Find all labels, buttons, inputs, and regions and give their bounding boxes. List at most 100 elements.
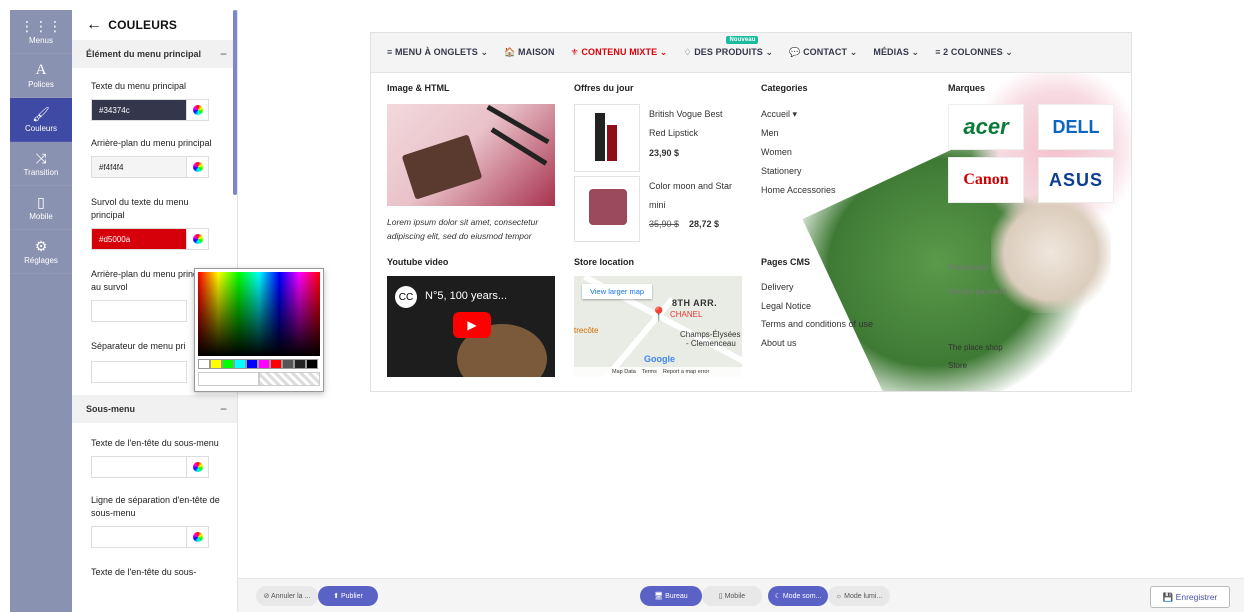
color-picker-popup[interactable]	[194, 268, 324, 392]
map-label: Champs-Élysées	[680, 330, 741, 339]
menu-item-media[interactable]: MÉDIAS ⌄	[873, 47, 919, 58]
cms-link[interactable]: Legal Notice	[761, 297, 811, 315]
panel-scrollbar[interactable]	[233, 10, 237, 195]
color-input[interactable]: #d5000a	[91, 228, 187, 250]
field-main-hover-text: Survol du texte du menu principal #d5000…	[72, 196, 237, 250]
field-label: Texte de l'en-tête du sous-	[91, 567, 197, 577]
swatch[interactable]	[282, 359, 294, 369]
brand-logo-dell[interactable]: DELL	[1038, 104, 1114, 150]
menu-item-tabs[interactable]: ≡ MENU À ONGLETS ⌄	[387, 47, 488, 58]
category-link[interactable]: Men	[761, 124, 779, 142]
channel-avatar: CC	[395, 286, 417, 308]
cms-link[interactable]: Delivery	[761, 278, 794, 296]
section-main-menu[interactable]: Élément du menu principal −	[72, 40, 237, 68]
color-wheel-icon[interactable]	[187, 456, 209, 478]
menu-bar: ≡ MENU À ONGLETS ⌄ 🏠 MAISON ⚜ CONTENU MI…	[371, 33, 1131, 73]
cancel-button[interactable]: ⊘ Annuler la ...	[256, 586, 318, 606]
dark-mode-button[interactable]: ☾ Mode som...	[768, 586, 828, 606]
collapse-icon[interactable]: −	[220, 47, 227, 61]
save-button[interactable]: 💾 Enregistrer	[1150, 586, 1230, 608]
color-wheel-icon[interactable]	[187, 526, 209, 548]
color-input[interactable]: #f4f4f4	[91, 156, 187, 178]
color-swatches	[198, 359, 320, 369]
brand-logo-acer[interactable]: acer	[948, 104, 1024, 150]
swatch[interactable]	[210, 359, 222, 369]
rail-label: Transition	[23, 167, 59, 177]
swatch[interactable]	[294, 359, 306, 369]
menu-item-home[interactable]: 🏠 MAISON	[504, 47, 555, 58]
rail-item-polices[interactable]: A Polices	[10, 54, 72, 98]
youtube-play-icon[interactable]: ▶	[453, 312, 491, 338]
swatch[interactable]	[246, 359, 258, 369]
grid-icon: ⋮⋮⋮	[20, 17, 62, 34]
color-input[interactable]	[91, 456, 187, 478]
product-name[interactable]: Color moon and Star	[649, 177, 732, 195]
rail-item-mobile[interactable]: ▯ Mobile	[10, 186, 72, 230]
menu-item-2cols[interactable]: ≡ 2 COLONNES ⌄	[935, 47, 1013, 58]
lorem-text: Lorem ipsum dolor sit amet, consectetur …	[387, 217, 539, 241]
light-mode-button[interactable]: ☼ Mode lumi...	[828, 586, 890, 606]
product-name[interactable]: Red Lipstick	[649, 124, 698, 142]
product-name[interactable]: mini	[649, 196, 666, 214]
color-wheel-icon[interactable]	[187, 156, 209, 178]
column-title: Offres du jour	[574, 83, 634, 93]
rail-item-menus[interactable]: ⋮⋮⋮ Menus	[10, 10, 72, 54]
swatch[interactable]	[234, 359, 246, 369]
menu-item-products[interactable]: ♢ DES PRODUITS ⌄ Nouveau	[683, 36, 773, 58]
lipstick-shape	[595, 113, 605, 161]
swatch[interactable]	[222, 359, 234, 369]
product-price: 28,72 $	[689, 219, 720, 229]
view-larger-map-button[interactable]: View larger map	[582, 284, 653, 299]
footer-link[interactable]: Store	[948, 357, 967, 375]
product-lipstick-image[interactable]	[574, 104, 640, 172]
category-link[interactable]: Home Accessories	[761, 181, 836, 199]
category-link[interactable]: Women	[761, 143, 792, 161]
color-wheel-icon[interactable]	[187, 99, 209, 121]
cosmetics-image	[387, 104, 555, 206]
menu-item-contact[interactable]: 💬 CONTACT ⌄	[789, 47, 857, 58]
rail-item-couleurs[interactable]: 🖌 Couleurs	[10, 98, 72, 142]
category-link[interactable]: Stationery	[761, 162, 802, 180]
app-root: ⋮⋮⋮ Menus A Polices 🖌 Couleurs ⤨ Transit…	[0, 0, 1244, 612]
desktop-view-button[interactable]: 🖥 Bureau	[640, 586, 702, 606]
category-link[interactable]: Accueil ▾	[761, 105, 797, 123]
rail-item-transition[interactable]: ⤨ Transition	[10, 142, 72, 186]
collapse-icon[interactable]: −	[220, 402, 227, 416]
color-input[interactable]	[91, 526, 187, 548]
color-wheel-icon[interactable]	[187, 228, 209, 250]
map-data-link[interactable]: Map Data	[612, 369, 636, 375]
brand-logo-asus[interactable]: ASUS	[1038, 157, 1114, 203]
swatch[interactable]	[258, 359, 270, 369]
back-arrow-icon[interactable]: ←	[86, 16, 102, 34]
section-submenu[interactable]: Sous-menu −	[72, 395, 237, 423]
footer-link[interactable]: Prestashop	[948, 259, 988, 277]
rail-label: Mobile	[29, 211, 53, 221]
publish-button[interactable]: ⬆ Publier	[318, 586, 378, 606]
swatch[interactable]	[198, 359, 210, 369]
cms-link[interactable]: Terms and conditions of use	[761, 315, 873, 333]
menu-item-mixed[interactable]: ⚜ CONTENU MIXTE ⌄	[571, 47, 668, 58]
swatch[interactable]	[306, 359, 318, 369]
brand-logo-canon[interactable]: Canon	[948, 157, 1024, 203]
color-input[interactable]	[91, 300, 187, 322]
footer-link[interactable]: Secure payment	[948, 283, 1006, 301]
rail-item-reglages[interactable]: ⚙ Réglages	[10, 230, 72, 274]
footer-link[interactable]: The place shop	[948, 339, 1003, 357]
swatch[interactable]	[270, 359, 282, 369]
map-report-link[interactable]: Report a map error	[663, 369, 709, 375]
color-gradient-area[interactable]	[198, 272, 320, 356]
map-footer: Map Data Terms Report a map error	[574, 367, 742, 377]
cms-link[interactable]: About us	[761, 334, 797, 352]
mobile-view-button[interactable]: ▯ Mobile	[702, 586, 762, 606]
color-input[interactable]: #34374c	[91, 99, 187, 121]
map-terms-link[interactable]: Terms	[642, 369, 657, 375]
map-label: - Clemenceau	[686, 339, 736, 348]
color-input[interactable]	[91, 361, 187, 383]
color-transparent[interactable]	[259, 372, 320, 386]
product-palette-image[interactable]	[574, 176, 640, 242]
product-name[interactable]: British Vogue Best	[649, 105, 723, 123]
store-map[interactable]: View larger map 📍 8TH ARR. CHANEL Champs…	[574, 276, 742, 377]
menu-preview: ≡ MENU À ONGLETS ⌄ 🏠 MAISON ⚜ CONTENU MI…	[370, 32, 1132, 392]
youtube-player[interactable]: CC N°5, 100 years... ▶	[387, 276, 555, 377]
new-badge: Nouveau	[726, 36, 759, 44]
